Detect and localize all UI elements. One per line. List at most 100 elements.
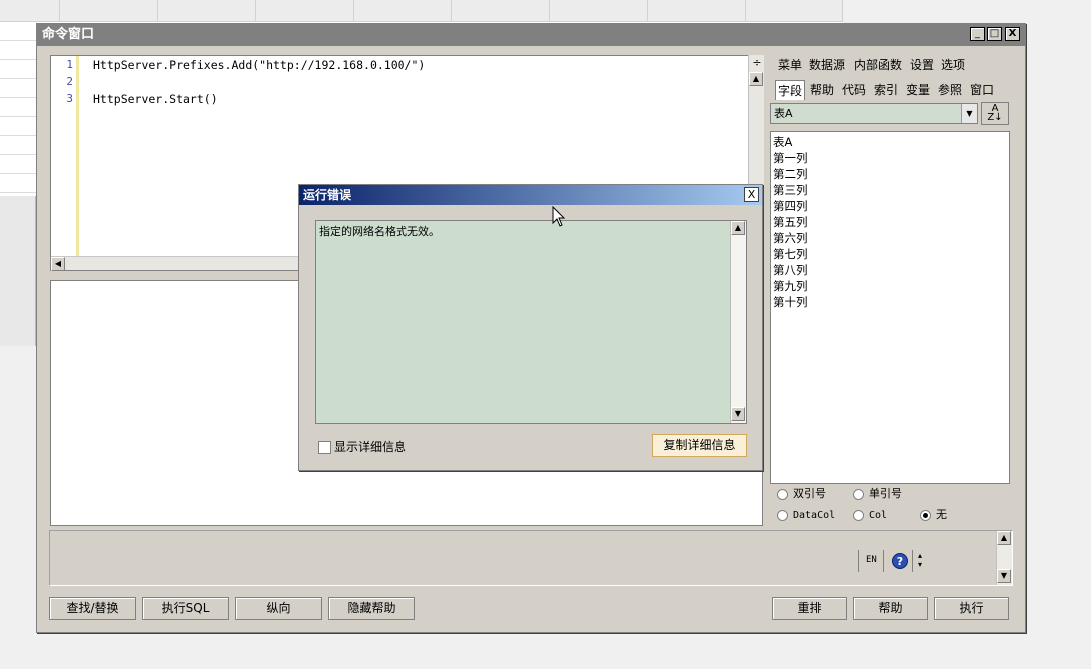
mouse-cursor-icon xyxy=(552,206,566,227)
column-header xyxy=(256,0,354,22)
window-title: 命令窗口 xyxy=(37,24,1025,46)
help-icon[interactable]: ? xyxy=(892,553,908,569)
error-message-box[interactable]: 指定的网络名格式无效。 ▲ ▼ xyxy=(315,220,747,424)
exec-sql-button[interactable]: 执行SQL xyxy=(142,597,229,620)
column-header xyxy=(354,0,452,22)
tab-help[interactable]: 帮助 xyxy=(808,80,836,100)
help-button[interactable]: 帮助 xyxy=(853,597,928,620)
tab-window[interactable]: 窗口 xyxy=(968,80,996,100)
menu-item[interactable]: 设置 xyxy=(910,56,934,74)
copy-details-button[interactable]: 复制详细信息 xyxy=(652,434,747,457)
field-list[interactable]: 表A 第一列 第二列 第三列 第四列 第五列 第六列 第七列 第八列 第九列 第… xyxy=(770,131,1010,484)
spreadsheet-row xyxy=(0,136,36,155)
radio-label: 双引号 xyxy=(793,487,826,500)
line-number: 2 xyxy=(66,75,73,88)
line-number: 1 xyxy=(66,58,73,71)
dialog-title: 运行错误 xyxy=(299,185,762,205)
line-number: 3 xyxy=(66,92,73,105)
list-item[interactable]: 第四列 xyxy=(773,198,1007,214)
tab-variables[interactable]: 变量 xyxy=(904,80,932,100)
column-header xyxy=(60,0,158,22)
tab-index[interactable]: 索引 xyxy=(872,80,900,100)
column-header xyxy=(746,0,843,22)
status-scrollbar[interactable]: ▲ ▼ xyxy=(996,531,1012,585)
scroll-left-icon[interactable]: ◀ xyxy=(51,257,65,271)
show-details-checkbox[interactable]: 显示详细信息 xyxy=(318,438,406,455)
chevron-down-icon[interactable]: ▼ xyxy=(961,104,977,123)
list-item[interactable]: 第十列 xyxy=(773,294,1007,310)
find-replace-button[interactable]: 查找/替换 xyxy=(49,597,136,620)
execute-button[interactable]: 执行 xyxy=(934,597,1009,620)
list-item[interactable]: 第一列 xyxy=(773,150,1007,166)
hide-help-button[interactable]: 隐藏帮助 xyxy=(328,597,415,620)
radio-none[interactable]: 无 xyxy=(920,507,947,523)
scroll-up-icon[interactable]: ▲ xyxy=(731,221,745,235)
table-select-value: 表A xyxy=(774,107,793,120)
spreadsheet-row xyxy=(0,174,36,193)
code-line[interactable]: HttpServer.Start() xyxy=(93,92,218,106)
radio-col[interactable]: Col xyxy=(853,507,887,523)
tab-code[interactable]: 代码 xyxy=(840,80,868,100)
column-header xyxy=(452,0,550,22)
error-dialog: 运行错误 X 指定的网络名格式无效。 ▲ ▼ 显示详细信息 复制详细信息 xyxy=(298,184,763,471)
column-header xyxy=(648,0,746,22)
radio-single-quote[interactable]: 单引号 xyxy=(853,486,902,502)
rearrange-button[interactable]: 重排 xyxy=(772,597,847,620)
list-item[interactable]: 第五列 xyxy=(773,214,1007,230)
background-panel xyxy=(0,196,36,346)
sort-az-button[interactable]: A Z↓ xyxy=(981,102,1009,125)
spreadsheet-row xyxy=(0,98,36,117)
menu-item[interactable]: 菜单 xyxy=(778,56,802,74)
divider xyxy=(858,550,859,572)
radio-icon xyxy=(777,488,788,500)
radio-icon xyxy=(777,509,788,521)
radio-double-quote[interactable]: 双引号 xyxy=(777,486,826,502)
radio-label: DataCol xyxy=(793,510,836,521)
checkbox-label: 显示详细信息 xyxy=(334,440,407,454)
menu-item[interactable]: 选项 xyxy=(941,56,965,74)
spreadsheet-row xyxy=(0,155,36,174)
code-line[interactable]: HttpServer.Prefixes.Add("http://192.168.… xyxy=(93,58,425,72)
dialog-close-button[interactable]: X xyxy=(744,187,759,202)
table-select[interactable]: 表A ▼ xyxy=(770,103,978,124)
list-item[interactable]: 第二列 xyxy=(773,166,1007,182)
column-header xyxy=(158,0,256,22)
divider xyxy=(912,550,913,572)
split-handle-icon[interactable]: ÷ xyxy=(750,56,764,70)
scroll-up-icon[interactable]: ▲ xyxy=(749,72,763,86)
radio-label: Col xyxy=(869,510,888,521)
list-item[interactable]: 第八列 xyxy=(773,262,1007,278)
tab-reference[interactable]: 参照 xyxy=(936,80,964,100)
vertical-button[interactable]: 纵向 xyxy=(235,597,322,620)
spinner-icon[interactable]: ▴ ▾ xyxy=(918,551,922,569)
sort-az-icon: A Z↓ xyxy=(987,103,1003,123)
list-item[interactable]: 表A xyxy=(773,134,1007,150)
message-scrollbar[interactable]: ▲ ▼ xyxy=(730,221,746,423)
spreadsheet-row xyxy=(0,117,36,136)
divider xyxy=(883,550,884,572)
line-number-gutter: 1 2 3 xyxy=(51,56,79,256)
list-item[interactable]: 第七列 xyxy=(773,246,1007,262)
column-header xyxy=(550,0,648,22)
menu-item[interactable]: 内部函数 xyxy=(854,56,902,74)
radio-selected-icon xyxy=(920,509,931,521)
spreadsheet-row xyxy=(0,60,36,79)
scroll-down-icon[interactable]: ▼ xyxy=(997,569,1011,583)
column-header xyxy=(0,0,60,22)
language-indicator[interactable]: EN xyxy=(866,555,877,565)
list-item[interactable]: 第三列 xyxy=(773,182,1007,198)
spreadsheet-header-row xyxy=(0,0,843,22)
list-item[interactable]: 第六列 xyxy=(773,230,1007,246)
list-item[interactable]: 第九列 xyxy=(773,278,1007,294)
scroll-down-icon[interactable]: ▼ xyxy=(731,407,745,421)
scroll-up-icon[interactable]: ▲ xyxy=(997,531,1011,545)
radio-datacol[interactable]: DataCol xyxy=(777,507,835,523)
maximize-button[interactable]: □ xyxy=(987,27,1002,41)
minimize-button[interactable]: _ xyxy=(970,27,985,41)
radio-icon xyxy=(853,509,864,521)
error-message: 指定的网络名格式无效。 xyxy=(319,225,440,238)
tab-fields[interactable]: 字段 xyxy=(775,80,806,100)
close-button[interactable]: X xyxy=(1005,27,1020,41)
spreadsheet-row xyxy=(0,79,36,98)
menu-item[interactable]: 数据源 xyxy=(809,56,845,74)
